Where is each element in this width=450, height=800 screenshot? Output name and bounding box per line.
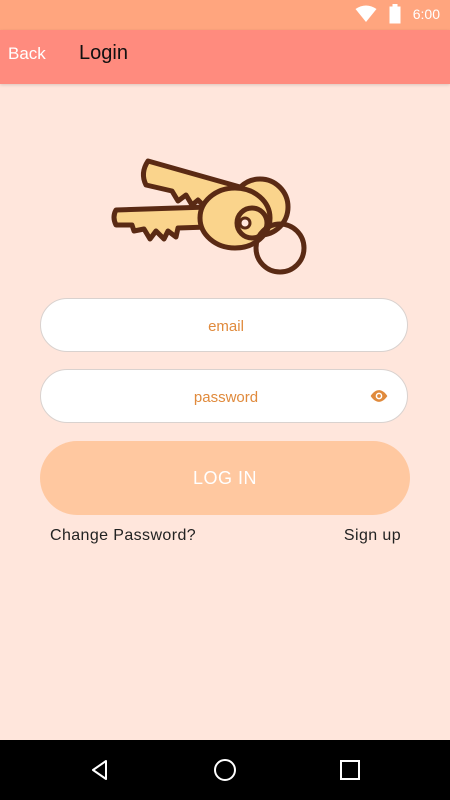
recents-square-icon[interactable] bbox=[338, 758, 362, 782]
email-field[interactable] bbox=[41, 299, 411, 353]
back-button[interactable]: Back bbox=[8, 44, 46, 64]
navigation-bar bbox=[0, 740, 450, 800]
status-bar: 6:00 bbox=[0, 0, 450, 30]
email-field-container bbox=[40, 298, 411, 353]
battery-icon bbox=[389, 4, 401, 24]
home-circle-icon[interactable] bbox=[213, 758, 237, 782]
login-button[interactable]: LOG IN bbox=[40, 441, 410, 515]
wifi-icon bbox=[355, 5, 377, 22]
page-title: Login bbox=[79, 42, 128, 64]
change-password-link[interactable]: Change Password? bbox=[50, 527, 196, 545]
status-time: 6:00 bbox=[412, 6, 440, 22]
eye-icon[interactable] bbox=[369, 386, 389, 406]
sign-up-link[interactable]: Sign up bbox=[344, 527, 401, 545]
password-field[interactable] bbox=[41, 370, 411, 424]
back-triangle-icon[interactable] bbox=[88, 758, 112, 782]
password-field-container bbox=[40, 369, 411, 424]
keys-icon bbox=[111, 158, 307, 275]
app-bar: Back Login bbox=[0, 30, 450, 84]
